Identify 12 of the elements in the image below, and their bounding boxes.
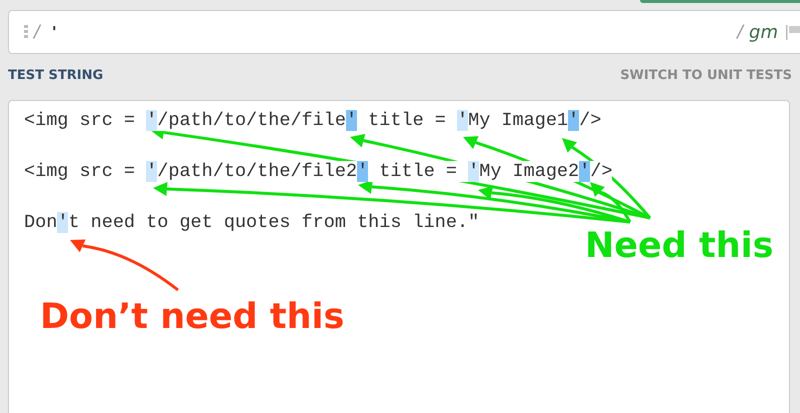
drag-handle-icon[interactable] <box>24 25 28 39</box>
regex-delimiter: / <box>34 22 40 42</box>
regex-field[interactable]: / ' / gm <box>8 10 800 54</box>
annotation-label: Don’t need this <box>40 297 344 337</box>
regex-flags[interactable]: gm <box>749 22 778 42</box>
section-title: TEST STRING <box>8 68 104 85</box>
regex-pattern: ' <box>50 23 59 41</box>
code-line: <img src = '/path/to/the/file2' title = 'My Image2'/> <box>24 160 614 184</box>
flag-icon[interactable] <box>786 24 800 40</box>
code-line: <img src = '/path/to/the/file' title = 'My Image1'/> <box>24 109 602 133</box>
regex-delimiter: / <box>737 22 744 42</box>
annotation-label: Need this <box>585 226 774 266</box>
